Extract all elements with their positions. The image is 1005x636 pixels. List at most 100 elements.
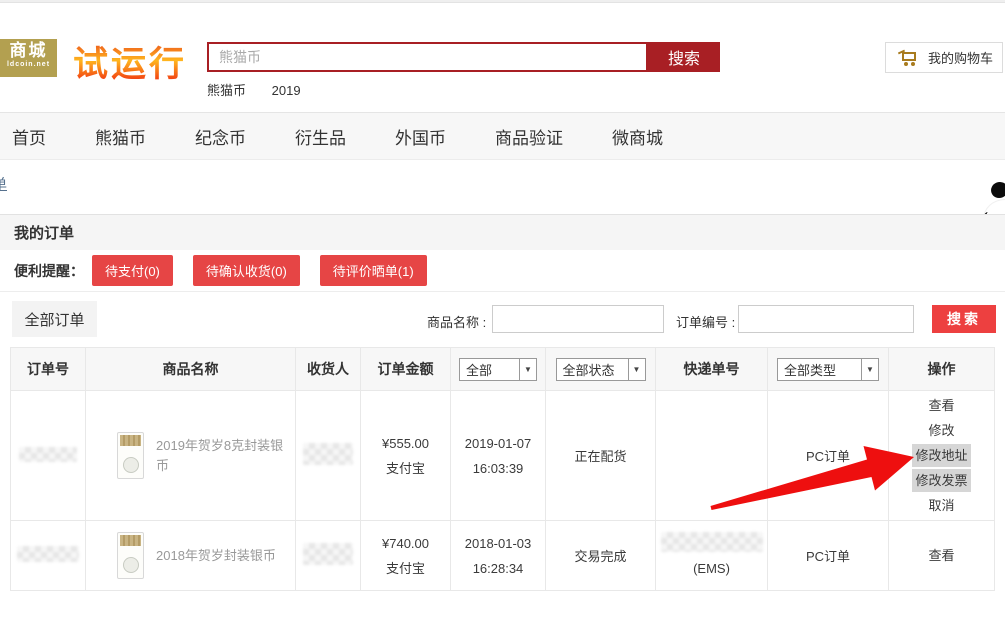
nav-item-derivatives[interactable]: 衍生品	[295, 124, 346, 149]
masked-order-number	[19, 447, 77, 462]
consignee-cell	[296, 521, 361, 591]
order-date: 2018-01-03	[451, 531, 545, 556]
top-divider	[0, 0, 1005, 3]
modify-order-link[interactable]: 修改	[889, 418, 994, 443]
tab-all-orders[interactable]: 全部订单	[12, 301, 97, 337]
pending-review-button[interactable]: 待评价晒单(1)	[320, 255, 427, 286]
col-consignee: 收货人	[296, 348, 361, 391]
order-status: 正在配货	[574, 449, 626, 464]
pending-payment-button[interactable]: 待支付(0)	[92, 255, 173, 286]
consignee-cell	[296, 391, 361, 521]
logo-domain: ldcoin.net	[0, 60, 57, 69]
masked-order-number	[17, 546, 79, 562]
tracking-cell	[656, 391, 768, 521]
page-title: 我的订单	[14, 222, 74, 243]
order-type: PC订单	[806, 449, 850, 464]
view-order-link[interactable]: 查看	[889, 393, 994, 418]
amount-cell: ¥555.00 支付宝	[361, 391, 451, 521]
orders-table: 订单号 商品名称 收货人 订单金额 全部 ▼ 全部状态 ▼ 快递单号 全部类型	[10, 347, 995, 591]
order-type: PC订单	[806, 549, 850, 564]
col-amount: 订单金额	[361, 348, 451, 391]
pending-receipt-button[interactable]: 待确认收货(0)	[193, 255, 300, 286]
masked-consignee	[303, 543, 353, 565]
table-row: 2019年贺岁8克封装银币 ¥555.00 支付宝 2019-01-07 16:…	[11, 391, 995, 521]
col-actions: 操作	[889, 348, 995, 391]
modify-invoice-link[interactable]: 修改发票	[912, 469, 970, 492]
status-filter-select[interactable]: 全部状态 ▼	[556, 358, 646, 381]
type-cell: PC订单	[768, 521, 889, 591]
masked-consignee	[303, 443, 353, 465]
order-amount: ¥740.00	[361, 531, 450, 556]
reminder-bar: 便利提醒： 待支付(0) 待确认收货(0) 待评价晒单(1)	[0, 250, 1005, 292]
chevron-down-icon: ▼	[519, 359, 536, 380]
search-button[interactable]: 搜索	[648, 42, 720, 72]
col-time-filter: 全部 ▼	[451, 348, 546, 391]
breadcrumb[interactable]: 单	[0, 174, 7, 194]
col-product: 商品名称	[86, 348, 296, 391]
product-name[interactable]: 2019年贺岁8克封装银币	[156, 436, 294, 476]
order-amount: ¥555.00	[361, 431, 450, 456]
reminder-label: 便利提醒：	[14, 261, 84, 281]
logo-text: 商城	[0, 42, 57, 60]
chevron-down-icon: ▼	[861, 359, 878, 380]
order-number-cell	[11, 391, 86, 521]
actions-cell: 查看	[889, 521, 995, 591]
filter-search-button[interactable]: 搜索	[932, 305, 996, 333]
site-logo[interactable]: 商城 ldcoin.net	[0, 39, 57, 77]
cancel-order-link[interactable]: 取消	[889, 493, 994, 518]
status-cell: 正在配货	[546, 391, 656, 521]
amount-cell: ¥740.00 支付宝	[361, 521, 451, 591]
type-filter-select[interactable]: 全部类型 ▼	[777, 358, 879, 381]
order-time: 16:28:34	[451, 556, 545, 581]
product-name[interactable]: 2018年贺岁封装银币	[156, 546, 276, 566]
tracking-cell: (EMS)	[656, 521, 768, 591]
payment-method: 支付宝	[361, 456, 450, 481]
product-cell: 2018年贺岁封装银币	[86, 521, 296, 591]
my-cart-button[interactable]: 我的购物车	[885, 42, 1003, 73]
page-title-bar: 我的订单	[0, 214, 1005, 250]
order-time-cell: 2018-01-03 16:28:34	[451, 521, 546, 591]
view-order-link[interactable]: 查看	[889, 543, 994, 568]
order-time-cell: 2019-01-07 16:03:39	[451, 391, 546, 521]
actions-cell: 查看 修改 修改地址 修改发票 取消	[889, 391, 995, 521]
order-status: 交易完成	[574, 549, 626, 564]
cart-icon	[898, 49, 918, 66]
type-cell: PC订单	[768, 391, 889, 521]
nav-item-micro-mall[interactable]: 微商城	[612, 124, 663, 149]
col-tracking: 快递单号	[656, 348, 768, 391]
nav-item-panda-coin[interactable]: 熊猫币	[95, 124, 146, 149]
col-type-filter: 全部类型 ▼	[768, 348, 889, 391]
product-thumbnail[interactable]	[117, 532, 144, 579]
product-name-label: 商品名称 :	[427, 312, 486, 331]
beta-badge: 试运行	[73, 36, 187, 87]
status-cell: 交易完成	[546, 521, 656, 591]
chevron-down-icon: ▼	[628, 359, 645, 380]
order-management-page: 商城 ldcoin.net 试运行 搜索 熊猫币 2019 我的购物车 首页 熊…	[0, 0, 1005, 636]
masked-tracking-number	[661, 532, 763, 552]
nav-item-product-verify[interactable]: 商品验证	[495, 124, 563, 149]
col-status-filter: 全部状态 ▼	[546, 348, 656, 391]
order-date: 2019-01-07	[451, 431, 545, 456]
hot-keyword-link[interactable]: 2019	[272, 83, 301, 98]
panda-ear	[989, 180, 1005, 201]
order-time: 16:03:39	[451, 456, 545, 481]
cart-label: 我的购物车	[928, 48, 993, 67]
modify-address-link[interactable]: 修改地址	[912, 444, 970, 467]
nav-item-commemorative-coin[interactable]: 纪念币	[195, 124, 246, 149]
table-header-row: 订单号 商品名称 收货人 订单金额 全部 ▼ 全部状态 ▼ 快递单号 全部类型	[11, 348, 995, 391]
table-row: 2018年贺岁封装银币 ¥740.00 支付宝 2018-01-03 16:28…	[11, 521, 995, 591]
col-order-no: 订单号	[11, 348, 86, 391]
nav-item-home[interactable]: 首页	[12, 124, 46, 149]
hot-keywords: 熊猫币 2019	[207, 80, 323, 99]
order-number-input[interactable]	[738, 305, 914, 333]
tracking-carrier: (EMS)	[656, 558, 767, 579]
nav-item-foreign-coin[interactable]: 外国币	[395, 124, 446, 149]
search-input[interactable]	[207, 42, 648, 72]
product-name-input[interactable]	[492, 305, 664, 333]
hot-keyword-link[interactable]: 熊猫币	[207, 83, 246, 98]
main-nav: 首页 熊猫币 纪念币 衍生品 外国币 商品验证 微商城	[0, 112, 1005, 160]
time-filter-select[interactable]: 全部 ▼	[459, 358, 537, 381]
product-thumbnail[interactable]	[117, 432, 144, 479]
payment-method: 支付宝	[361, 556, 450, 581]
product-cell: 2019年贺岁8克封装银币	[86, 391, 296, 521]
